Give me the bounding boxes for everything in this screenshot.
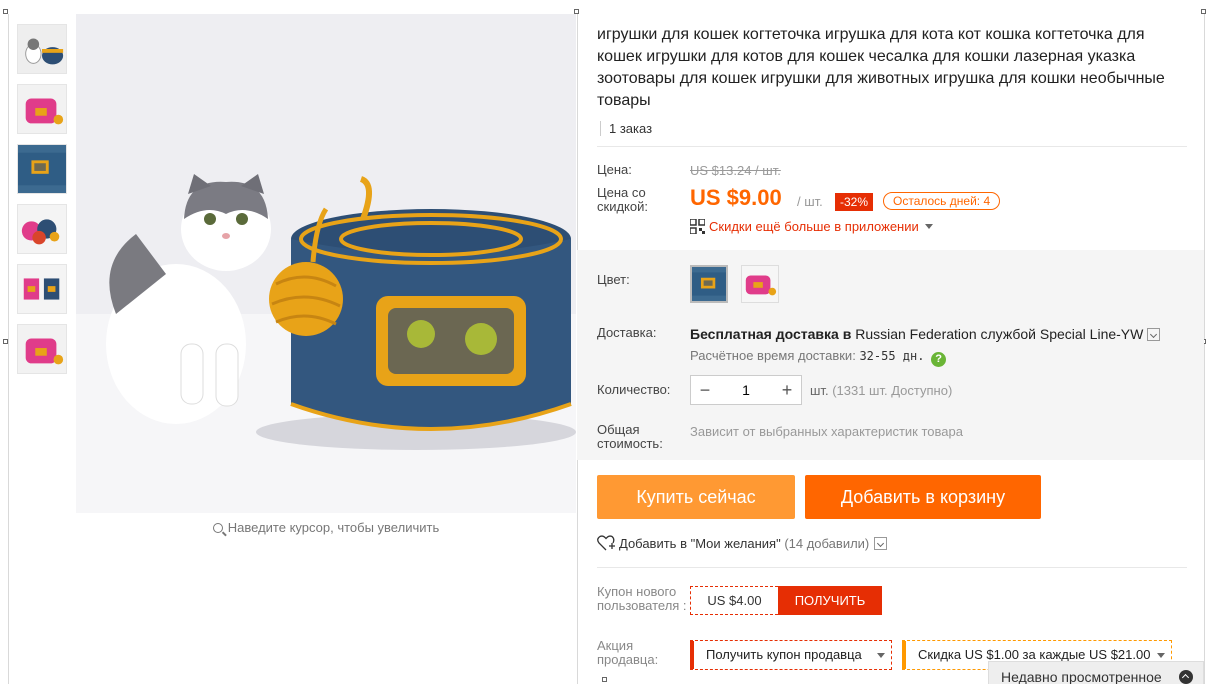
quantity-label: Количество: [597, 382, 671, 397]
shipping-info[interactable]: Бесплатная доставка в Russian Federation… [690, 326, 1161, 342]
add-to-cart-button[interactable]: Добавить в корзину [805, 475, 1041, 519]
divider [597, 567, 1187, 568]
app-promo-text: Скидки ещё больше в приложении [709, 219, 919, 234]
frame-left-line [8, 14, 9, 684]
total-label: Общая стоимость: [597, 422, 663, 451]
heart-plus-icon [597, 535, 615, 551]
help-icon[interactable]: ? [931, 352, 947, 367]
get-coupon-button[interactable]: ПОЛУЧИТЬ [778, 586, 882, 615]
thumbnail-2[interactable] [17, 84, 67, 134]
thumbnail-5[interactable] [17, 264, 67, 314]
delivery-time-label: Расчётное время доставки: [690, 348, 856, 363]
chevron-up-icon[interactable] [1179, 670, 1193, 684]
resize-handle[interactable] [3, 9, 8, 14]
chevron-down-icon [877, 653, 885, 658]
thumbnail-1[interactable] [17, 24, 67, 74]
chevron-down-icon [1157, 653, 1165, 658]
shipping-label: Доставка: [597, 325, 657, 340]
total-note: Зависит от выбранных характеристик товар… [690, 424, 963, 439]
quantity-unit: шт. [810, 383, 829, 398]
wishlist-text: Добавить в "Мои желания" [619, 536, 781, 551]
new-user-coupon-value: US $4.00 [690, 586, 778, 615]
product-title: игрушки для кошек когтеточка игрушка для… [597, 26, 1165, 109]
recently-viewed-label: Недавно просмотренное [1001, 669, 1162, 684]
seller-coupon-dropdown[interactable]: Получить купон продавца [690, 640, 892, 670]
decrease-quantity-button[interactable]: − [691, 380, 719, 401]
resize-handle[interactable] [602, 677, 607, 682]
seller-discount-text: Скидка US $1.00 за каждые US $21.00 [918, 647, 1151, 662]
shipping-free-text: Бесплатная доставка в [690, 326, 852, 342]
zoom-hint-text: Наведите курсор, чтобы увеличить [227, 520, 440, 535]
qr-code-icon [690, 219, 705, 234]
delivery-time-value: 32-55 дн. [859, 349, 925, 363]
quantity-stepper: − + [690, 375, 802, 405]
wishlist-count: (14 добавили) [784, 536, 870, 551]
chevron-down-icon[interactable] [1147, 328, 1161, 341]
seller-promo-label: Акция продавца: [597, 638, 659, 667]
app-promo-link[interactable]: Скидки ещё больше в приложении [690, 219, 933, 234]
chevron-down-icon [924, 224, 933, 229]
delivery-time: Расчётное время доставки: 32-55 дн. ? [690, 348, 947, 367]
color-swatch-pink[interactable] [741, 265, 779, 303]
divider [597, 146, 1187, 147]
seller-coupon-text: Получить купон продавца [706, 647, 862, 662]
zoom-hint: Наведите курсор, чтобы увеличить [76, 520, 576, 535]
wishlist-link[interactable]: Добавить в "Мои желания" (14 добавили) [597, 535, 888, 551]
buy-now-button[interactable]: Купить сейчас [597, 475, 795, 519]
old-price: US $13.24 / шт. [690, 163, 781, 178]
thumbnail-list [17, 24, 67, 384]
price-unit: / шт. [797, 194, 823, 209]
days-left-badge: Осталось дней: 4 [883, 192, 1001, 210]
thumbnail-6[interactable] [17, 324, 67, 374]
resize-handle[interactable] [1201, 9, 1206, 14]
recently-viewed-bar[interactable]: Недавно просмотренное [988, 661, 1204, 684]
price-label: Цена: [597, 162, 632, 177]
discount-price-label: Цена со скидкой: [597, 185, 648, 214]
quantity-input[interactable] [719, 382, 773, 398]
resize-handle[interactable] [3, 339, 8, 344]
thumbnail-3[interactable] [17, 144, 67, 194]
thumbnail-4[interactable] [17, 204, 67, 254]
shipping-destination: Russian Federation службой Special Line-… [851, 326, 1144, 342]
order-count[interactable]: 1 заказ [600, 121, 652, 136]
quantity-available: (1331 шт. Доступно) [832, 383, 953, 398]
frame-right-line [1204, 14, 1205, 684]
new-user-coupon-label: Купон нового пользователя : [597, 584, 687, 613]
main-product-image[interactable] [76, 14, 576, 513]
current-price: US $9.00 [690, 185, 782, 210]
chevron-down-icon[interactable] [874, 537, 888, 550]
color-label: Цвет: [597, 272, 630, 287]
color-swatch-blue[interactable] [690, 265, 728, 303]
magnifier-icon [212, 523, 223, 533]
increase-quantity-button[interactable]: + [773, 380, 801, 401]
discount-badge: -32% [835, 193, 874, 211]
quantity-availability: шт. (1331 шт. Доступно) [810, 383, 952, 398]
